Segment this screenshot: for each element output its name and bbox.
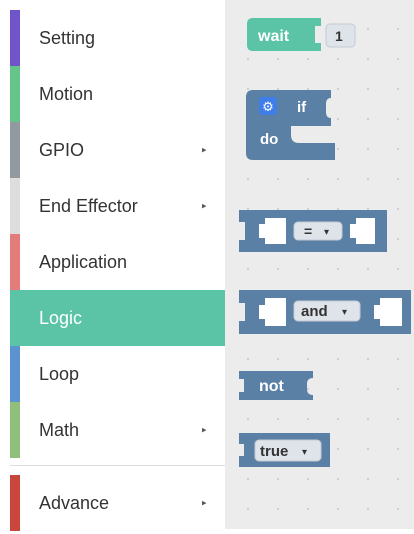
category-color-stripe: [10, 475, 20, 531]
category-application[interactable]: Application: [10, 234, 225, 290]
dropdown-arrow-icon: ▾: [302, 447, 307, 458]
gear-glyph: ⚙: [262, 100, 274, 115]
category-color-stripe: [10, 402, 20, 458]
category-label: Motion: [39, 83, 94, 104]
category-advance[interactable]: Advance ▸: [10, 475, 225, 531]
category-math[interactable]: Math ▸: [10, 402, 225, 458]
category-label: Application: [39, 251, 128, 272]
category-color-stripe: [10, 178, 20, 234]
submenu-arrow-icon: ▸: [202, 497, 207, 508]
category-label: Advance: [39, 492, 110, 513]
category-color-stripe: [10, 346, 20, 402]
category-label: Logic: [39, 307, 83, 328]
submenu-arrow-icon: ▸: [202, 200, 207, 211]
block-canvas: wait 1 ⚙ if do = ▾ and ▾ not true ▾: [239, 14, 411, 467]
submenu-arrow-icon: ▸: [202, 144, 207, 155]
category-label: Math: [39, 419, 80, 440]
category-color-stripe: [10, 234, 20, 290]
wait-value: 1: [335, 28, 343, 44]
category-color-stripe: [10, 10, 20, 66]
wait-label: wait: [257, 28, 290, 45]
do-label: do: [260, 131, 278, 148]
category-label: Setting: [39, 27, 96, 48]
logic-operation-block[interactable]: and ▾: [239, 290, 411, 334]
category-setting[interactable]: Setting: [10, 10, 225, 66]
flyout-workspace[interactable]: wait 1 ⚙ if do = ▾ and ▾ not true ▾: [225, 0, 414, 529]
if-label: if: [297, 99, 307, 116]
category-divider: [10, 465, 225, 466]
dropdown-arrow-icon: ▾: [342, 307, 347, 318]
category-color-stripe: [10, 290, 20, 346]
category-loop[interactable]: Loop: [10, 346, 225, 402]
boolean-block[interactable]: true ▾: [239, 433, 330, 467]
not-block[interactable]: not: [239, 371, 313, 400]
if-do-block[interactable]: ⚙ if do: [246, 90, 335, 160]
category-label: Loop: [39, 363, 80, 384]
logic-operator: and: [301, 303, 328, 320]
not-label: not: [259, 378, 285, 395]
category-logic[interactable]: Logic: [10, 290, 225, 346]
category-label: GPIO: [39, 139, 85, 160]
submenu-arrow-icon: ▸: [202, 424, 207, 435]
wait-block[interactable]: wait 1: [245, 14, 356, 58]
category-label: End Effector: [39, 195, 138, 216]
category-sidebar: Setting Motion GPIO ▸ End Effector ▸ App…: [0, 0, 225, 531]
dropdown-arrow-icon: ▾: [324, 227, 329, 238]
compare-operator: =: [304, 223, 312, 239]
category-motion[interactable]: Motion: [10, 66, 225, 122]
category-end-effector[interactable]: End Effector ▸: [10, 178, 225, 234]
category-color-stripe: [10, 122, 20, 178]
category-color-stripe: [10, 66, 20, 122]
compare-block[interactable]: = ▾: [239, 210, 387, 252]
boolean-value: true: [260, 443, 288, 460]
category-gpio[interactable]: GPIO ▸: [10, 122, 225, 178]
compare-operator-dropdown[interactable]: [293, 221, 343, 241]
